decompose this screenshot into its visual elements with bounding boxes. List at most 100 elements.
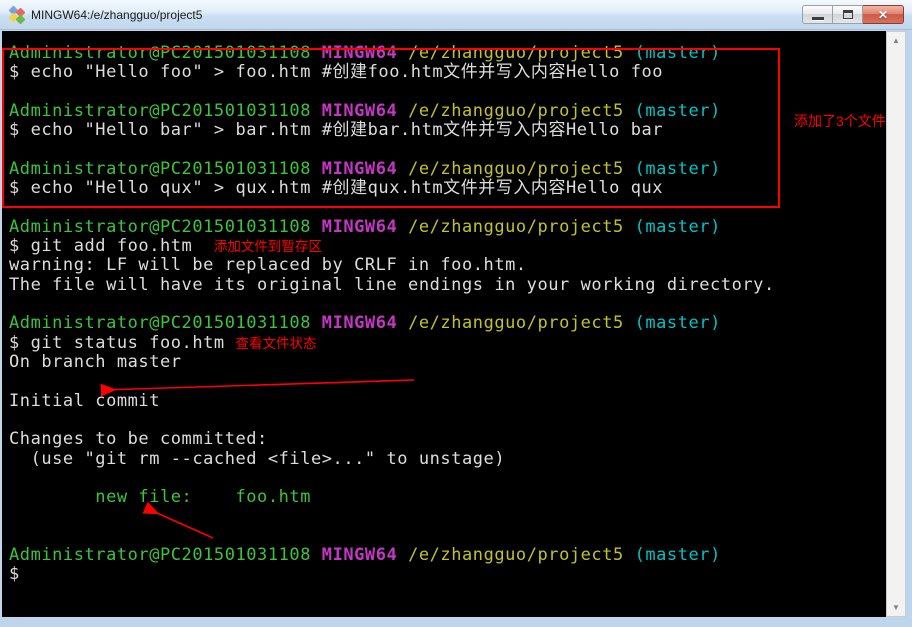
terminal-text-segment: /e/zhangguo/project5 [408, 43, 624, 63]
terminal-text-segment [311, 313, 322, 333]
terminal-text-segment: Initial commit [9, 391, 160, 411]
terminal-text-segment [624, 101, 635, 121]
terminal-line [9, 372, 886, 391]
terminal-line [9, 508, 886, 527]
terminal-text-segment [9, 487, 95, 507]
terminal-text-segment: MINGW64 [322, 217, 398, 237]
terminal-text-segment: $ git status foo.htm [9, 333, 235, 353]
terminal-line [9, 469, 886, 488]
terminal-line [9, 527, 886, 546]
terminal-text-segment: Administrator@PC201501031108 [9, 217, 311, 237]
terminal-text-segment: new file: foo.htm [95, 487, 311, 507]
terminal-text-segment: The file will have its original line end… [9, 275, 775, 295]
title-bar[interactable]: MINGW64:/e/zhangguo/project5 ✕ [0, 0, 912, 30]
terminal-scrollbar[interactable]: ▲ ▼ [886, 31, 906, 617]
close-button[interactable]: ✕ [863, 5, 904, 24]
terminal-text-segment [624, 217, 635, 237]
terminal-line: Administrator@PC201501031108 MINGW64 /e/… [9, 314, 886, 333]
terminal-text-segment [311, 159, 322, 179]
terminal-text-segment: $ git add foo.htm [9, 236, 214, 256]
terminal-text-segment [311, 43, 322, 63]
terminal-line [9, 141, 886, 160]
terminal-text-segment: /e/zhangguo/project5 [408, 101, 624, 121]
terminal-line: Administrator@PC201501031108 MINGW64 /e/… [9, 44, 886, 63]
terminal-text-segment: (master) [635, 159, 721, 179]
terminal-text-segment: /e/zhangguo/project5 [408, 545, 624, 565]
terminal-text-segment: Changes to be committed: [9, 429, 268, 449]
terminal-text-segment: /e/zhangguo/project5 [408, 217, 624, 237]
restore-icon [843, 10, 853, 19]
terminal-text-segment [397, 545, 408, 565]
terminal-text-segment [624, 313, 635, 333]
terminal-line: Administrator@PC201501031108 MINGW64 /e/… [9, 546, 886, 565]
minimize-button[interactable] [802, 5, 833, 24]
window-title: MINGW64:/e/zhangguo/project5 [31, 8, 912, 22]
terminal-text-segment [397, 43, 408, 63]
terminal-text-segment: Administrator@PC201501031108 [9, 43, 311, 63]
minimize-icon [812, 17, 824, 20]
terminal-text-segment: MINGW64 [322, 545, 398, 565]
terminal-text-segment: MINGW64 [322, 159, 398, 179]
terminal-line: $ [9, 565, 886, 584]
terminal-text-segment: (master) [635, 101, 721, 121]
terminal-line: (use "git rm --cached <file>..." to unst… [9, 450, 886, 469]
terminal-text-segment [397, 101, 408, 121]
terminal-line: Administrator@PC201501031108 MINGW64 /e/… [9, 218, 886, 237]
close-icon: ✕ [878, 9, 888, 21]
scroll-down-arrow-icon[interactable]: ▼ [887, 599, 905, 616]
terminal-line: Administrator@PC201501031108 MINGW64 /e/… [9, 102, 886, 121]
terminal-text-segment [397, 313, 408, 333]
terminal-text-segment: (master) [635, 545, 721, 565]
terminal-text-segment [624, 159, 635, 179]
terminal-text-segment: (master) [635, 217, 721, 237]
terminal-text-segment [311, 217, 322, 237]
terminal-line [9, 83, 886, 102]
terminal-output: Administrator@PC201501031108 MINGW64 /e/… [2, 31, 886, 585]
terminal-text-segment [624, 545, 635, 565]
terminal-line: Administrator@PC201501031108 MINGW64 /e/… [9, 160, 886, 179]
terminal-text-segment: $ echo "Hello foo" > foo.htm #创建foo.htm文… [9, 62, 663, 82]
terminal-text-segment: /e/zhangguo/project5 [408, 313, 624, 333]
terminal-line: $ git add foo.htm 添加文件到暂存区 [9, 237, 886, 256]
terminal-line: $ git status foo.htm 查看文件状态 [9, 334, 886, 353]
terminal-text-segment [624, 43, 635, 63]
terminal-text-segment [311, 545, 322, 565]
terminal-text-segment: Administrator@PC201501031108 [9, 159, 311, 179]
terminal-line: Changes to be committed: [9, 430, 886, 449]
terminal-line: $ echo "Hello bar" > bar.htm #创建bar.htm文… [9, 121, 886, 140]
terminal-text-segment: Administrator@PC201501031108 [9, 101, 311, 121]
terminal-line [9, 199, 886, 218]
terminal-text-segment: MINGW64 [322, 313, 398, 333]
inline-annotation: 添加文件到暂存区 [214, 239, 322, 254]
terminal-line [9, 411, 886, 430]
terminal-line: warning: LF will be replaced by CRLF in … [9, 256, 886, 275]
terminal-line: On branch master [9, 353, 886, 372]
git-bash-app-icon [9, 7, 25, 23]
scroll-up-arrow-icon[interactable]: ▲ [887, 32, 905, 49]
maximize-button[interactable] [833, 5, 863, 24]
terminal-line: The file will have its original line end… [9, 276, 886, 295]
terminal-line: $ echo "Hello foo" > foo.htm #创建foo.htm文… [9, 63, 886, 82]
terminal-text-segment [311, 101, 322, 121]
terminal-text-segment: $ echo "Hello qux" > qux.htm #创建qux.htm文… [9, 178, 663, 198]
terminal-text-segment [397, 217, 408, 237]
terminal-text-segment [397, 159, 408, 179]
terminal-line: $ echo "Hello qux" > qux.htm #创建qux.htm文… [9, 179, 886, 198]
terminal-text-segment: On branch master [9, 352, 182, 372]
terminal-text-segment: /e/zhangguo/project5 [408, 159, 624, 179]
terminal-window: MINGW64:/e/zhangguo/project5 ✕ Administr… [0, 0, 912, 627]
terminal-text-segment: warning: LF will be replaced by CRLF in … [9, 255, 527, 275]
terminal-text-segment: Administrator@PC201501031108 [9, 545, 311, 565]
terminal-text-segment: (master) [635, 313, 721, 333]
terminal-line [9, 295, 886, 314]
terminal-text-segment: (use "git rm --cached <file>..." to unst… [9, 449, 505, 469]
terminal-line: Initial commit [9, 392, 886, 411]
inline-annotation: 查看文件状态 [235, 336, 316, 351]
terminal-text-segment: MINGW64 [322, 43, 398, 63]
terminal-text-segment: MINGW64 [322, 101, 398, 121]
terminal-line: new file: foo.htm [9, 488, 886, 507]
terminal-text-segment: (master) [635, 43, 721, 63]
terminal-text-segment: $ [9, 564, 20, 584]
terminal-text-segment: Administrator@PC201501031108 [9, 313, 311, 333]
terminal-area[interactable]: Administrator@PC201501031108 MINGW64 /e/… [2, 31, 886, 617]
